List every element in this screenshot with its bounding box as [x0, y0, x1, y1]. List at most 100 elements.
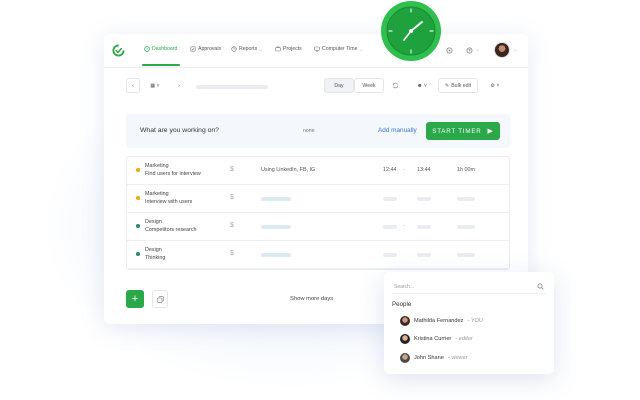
description-placeholder [261, 253, 291, 257]
end-placeholder [417, 225, 431, 229]
play-icon: ▶ [487, 128, 494, 135]
entry-project: Design Competitors research [145, 218, 197, 234]
week-view-label: Week [362, 82, 376, 89]
nav-projects[interactable]: Projects [275, 46, 302, 52]
avatar [400, 316, 410, 326]
help-icon[interactable] [466, 47, 473, 54]
person-option[interactable]: Mathilda Fernandez - YOU [400, 315, 540, 327]
week-view-button[interactable]: Week [354, 78, 384, 93]
add-manually-link[interactable]: Add manually [378, 127, 417, 134]
nav-dashboard[interactable]: Dashboard [144, 46, 177, 52]
table-row[interactable]: Marketing Interview with users $ [127, 185, 509, 213]
refresh-icon[interactable] [392, 82, 399, 89]
copy-icon [157, 296, 164, 303]
chevron-down-icon[interactable]: ⌵ [476, 47, 479, 52]
top-navigation: Dashboard Approvals Reports ⌵ Projects C… [104, 34, 528, 68]
duration-placeholder [457, 225, 475, 229]
billable-toggle[interactable]: $ [230, 222, 234, 229]
reports-icon [231, 46, 237, 52]
entry-duration: 1h 00m [457, 167, 475, 173]
chevron-down-icon: ⌵ [259, 46, 263, 52]
people-search-input[interactable]: Search... [392, 280, 546, 294]
person-role: - editor [455, 336, 473, 342]
project-name: Marketing [145, 191, 169, 197]
project-selector[interactable]: none [303, 128, 315, 134]
entry-start-time[interactable]: 12:44 [383, 167, 397, 173]
table-row[interactable]: Design Competitors research $ - [127, 213, 509, 241]
projects-icon [275, 46, 281, 52]
show-more-days-link[interactable]: Show more days [290, 296, 333, 302]
entry-end-time[interactable]: 13:44 [417, 167, 431, 173]
clock-icon [144, 46, 150, 52]
entry-project: Marketing Find users for interview [145, 162, 201, 178]
nav-computer-time[interactable]: Computer Time ⌵ [314, 46, 363, 52]
nav-computer-time-label: Computer Time [322, 46, 358, 52]
calendar-icon: ▦ ˅ [150, 82, 160, 89]
bulk-edit-button[interactable]: ✎ Bulk edit [438, 78, 478, 93]
billable-toggle[interactable]: $ [230, 194, 234, 201]
nav-projects-label: Projects [283, 46, 302, 52]
date-toolbar: ‹ ▦ ˅ › Day Week ☻ ˅ ✎ Bulk edit ⚙ ˅ [104, 74, 528, 96]
app-logo-icon[interactable] [112, 44, 125, 57]
plus-icon: + [131, 293, 139, 305]
time-entries-table: Marketing Find users for interview $ Usi… [126, 156, 510, 270]
chevron-down-icon[interactable]: ⌵ [514, 47, 517, 52]
day-view-button[interactable]: Day [324, 78, 354, 93]
add-entry-button[interactable]: + [126, 290, 144, 308]
bulk-edit-label: Bulk edit [451, 82, 472, 89]
user-filter-button[interactable]: ☻ ˅ [412, 78, 432, 93]
table-row[interactable]: Design Thinking $ [127, 241, 509, 269]
people-heading: People [392, 301, 412, 308]
nav-reports[interactable]: Reports ⌵ [231, 46, 262, 52]
task-name: Find users for interview [145, 171, 201, 177]
duplicate-button[interactable] [152, 290, 168, 308]
person-role: - viewer [447, 355, 468, 361]
duration-placeholder [457, 197, 475, 201]
start-placeholder [383, 253, 397, 257]
search-placeholder: Search... [394, 284, 415, 290]
person-option[interactable]: John Shane - viewer [400, 352, 540, 364]
task-name: Competitors research [145, 227, 197, 233]
people-dropdown: Search... People Mathilda Fernandez - YO… [384, 272, 554, 374]
billable-toggle[interactable]: $ [230, 166, 234, 173]
time-separator: - [403, 223, 405, 229]
start-timer-button[interactable]: START TIMER ▶ [426, 122, 500, 140]
nav-approvals-label: Approvals [198, 46, 222, 52]
nav-reports-label: Reports [239, 46, 258, 52]
project-name: Marketing [145, 163, 169, 169]
settings-menu-button[interactable]: ⚙ ˅ [484, 78, 506, 93]
settings-icon[interactable] [446, 47, 453, 54]
nav-dashboard-label: Dashboard [152, 46, 178, 52]
project-color-dot [136, 224, 140, 228]
time-separator: - [403, 167, 405, 173]
person-role: - YOU [467, 318, 483, 324]
description-placeholder [261, 197, 291, 201]
project-color-dot [136, 196, 140, 200]
task-name: Interview with users [145, 199, 193, 205]
task-description-input[interactable]: What are you working on? [140, 127, 219, 134]
edit-icon: ✎ [444, 82, 450, 89]
prev-day-button[interactable]: ‹ [126, 78, 140, 93]
description-placeholder [261, 225, 291, 229]
table-row[interactable]: Marketing Find users for interview $ Usi… [127, 157, 509, 185]
user-avatar[interactable] [494, 42, 510, 58]
person-option[interactable]: Kristina Currier - editor [400, 333, 540, 345]
chevron-right-icon: › [178, 82, 180, 89]
gear-icon: ⚙ ˅ [490, 82, 500, 89]
entry-description[interactable]: Using LinkedIn, FB, IG [261, 167, 315, 173]
end-placeholder [417, 197, 431, 201]
person-name: Kristina Currier [414, 336, 452, 342]
billable-toggle[interactable]: $ [230, 250, 234, 257]
calendar-picker[interactable]: ▦ ˅ [144, 78, 166, 93]
nav-approvals[interactable]: Approvals [190, 46, 221, 52]
duration-placeholder [457, 253, 475, 257]
entry-project: Marketing Interview with users [145, 190, 192, 206]
next-day-button[interactable]: › [172, 78, 186, 93]
timer-bar: What are you working on? none Add manual… [126, 114, 510, 148]
avatar [400, 334, 410, 344]
active-tab-indicator [142, 64, 180, 66]
project-color-dot [136, 168, 140, 172]
monitor-icon [314, 46, 320, 52]
project-name: Design [145, 219, 162, 225]
chevron-left-icon: ‹ [132, 82, 134, 89]
